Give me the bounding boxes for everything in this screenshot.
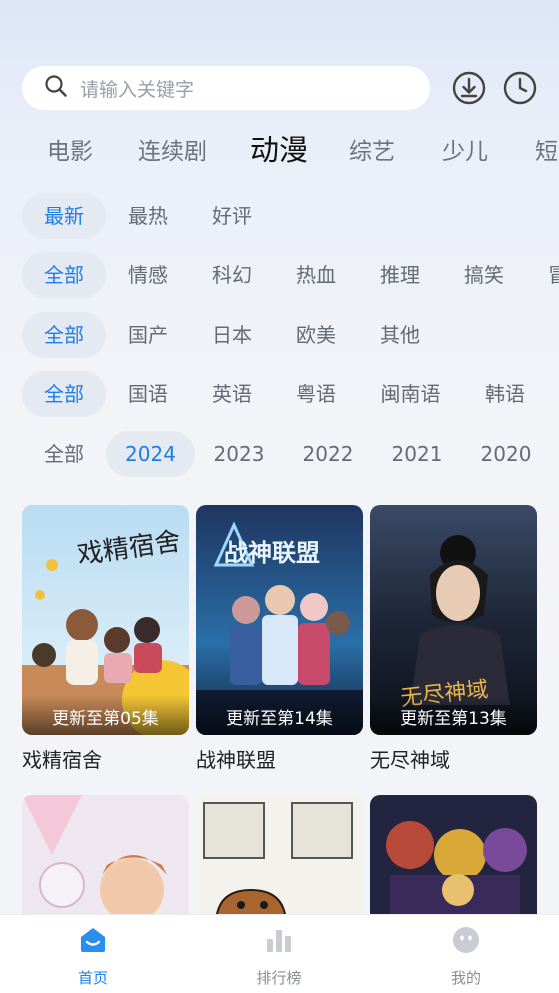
anime-card[interactable] [370, 795, 537, 925]
anime-card[interactable]: 战神联盟 更新至第14集 战神联盟 [196, 505, 363, 773]
nav-profile[interactable]: 我的 [406, 925, 526, 988]
tab-movie[interactable]: 电影 [47, 132, 93, 172]
download-icon[interactable] [451, 70, 487, 106]
filter-chip-genre[interactable]: 搞笑 [442, 252, 526, 298]
filter-chip-language[interactable]: 闽南语 [358, 371, 463, 417]
search-input[interactable]: 请输入关键字 [22, 66, 430, 110]
filter-chip-genre[interactable]: 冒 [526, 252, 559, 298]
filter-chip-language[interactable]: 英语 [190, 371, 274, 417]
nav-home-label: 首页 [77, 969, 108, 987]
episode-badge: 更新至第14集 [196, 695, 363, 735]
poster-image[interactable] [22, 795, 189, 925]
anime-card[interactable] [22, 795, 189, 925]
filter-chip-genre[interactable]: 热血 [274, 252, 358, 298]
anime-card[interactable] [196, 795, 363, 925]
episode-badge: 更新至第05集 [22, 695, 189, 735]
nav-ranking-label: 排行榜 [256, 969, 302, 987]
search-bar-row: 请输入关键字 [22, 66, 542, 110]
filter-chip-sort[interactable]: 最热 [106, 193, 190, 239]
sort-filter-row: 最新 最热 好评 [0, 193, 559, 239]
bottom-navigation: 首页 排行榜 我的 [0, 914, 559, 993]
anime-title[interactable]: 无尽神域 [370, 744, 537, 773]
filter-chip-language[interactable]: 国语 [106, 371, 190, 417]
filter-chip-region[interactable]: 日本 [190, 312, 274, 358]
filter-chip-year[interactable]: 全部 [22, 431, 106, 477]
filter-chip-sort[interactable]: 最新 [22, 193, 106, 239]
search-placeholder: 请输入关键字 [80, 78, 195, 101]
filter-chip-region[interactable]: 欧美 [274, 312, 358, 358]
filter-chip-genre[interactable]: 全部 [22, 252, 106, 298]
nav-ranking[interactable]: 排行榜 [219, 925, 339, 988]
filter-chip-year[interactable]: 2021 [373, 431, 461, 477]
filter-chip-region[interactable]: 全部 [22, 312, 106, 358]
poster-image[interactable] [370, 795, 537, 925]
filter-chip-sort[interactable]: 好评 [190, 193, 274, 239]
filter-chip-genre[interactable]: 情感 [106, 252, 190, 298]
filter-chip-year[interactable]: 2024 [106, 431, 195, 477]
filter-chip-language[interactable]: 全部 [22, 371, 106, 417]
tab-kids[interactable]: 少儿 [442, 132, 488, 172]
nav-home[interactable]: 首页 [33, 925, 153, 988]
anime-card[interactable]: 戏精宿舍 更新至第05集 戏精宿舍 [22, 505, 189, 773]
poster-image[interactable]: 战神联盟 更新至第14集 [196, 505, 363, 735]
tab-series[interactable]: 连续剧 [138, 132, 207, 172]
filter-chip-region[interactable]: 国产 [106, 312, 190, 358]
svg-text:战神联盟: 战神联盟 [224, 539, 320, 567]
tab-variety[interactable]: 综艺 [349, 132, 395, 172]
poster-image[interactable] [196, 795, 363, 925]
filter-chip-genre[interactable]: 推理 [358, 252, 442, 298]
year-filter-row: 全部 2024 2023 2022 2021 2020 [0, 431, 559, 477]
category-tabs: 电影 连续剧 动漫 综艺 少儿 短 [0, 132, 559, 174]
episode-badge: 更新至第13集 [370, 695, 537, 735]
poster-image[interactable]: 无尽神域 更新至第13集 [370, 505, 537, 735]
filter-chip-year[interactable]: 2020 [461, 431, 551, 477]
tab-anime[interactable]: 动漫 [250, 132, 308, 170]
filter-chip-region[interactable]: 其他 [358, 312, 442, 358]
filter-chip-genre[interactable]: 科幻 [190, 252, 274, 298]
history-clock-icon[interactable] [502, 70, 538, 106]
nav-profile-label: 我的 [450, 969, 481, 987]
home-icon [33, 925, 153, 955]
poster-image[interactable]: 戏精宿舍 更新至第05集 [22, 505, 189, 735]
search-icon [44, 74, 68, 102]
filter-chip-language[interactable]: 韩语 [463, 371, 547, 417]
region-filter-row: 全部 国产 日本 欧美 其他 [0, 312, 559, 358]
profile-icon [406, 925, 526, 955]
anime-title[interactable]: 戏精宿舍 [22, 744, 189, 773]
filter-chip-year[interactable]: 2022 [283, 431, 373, 477]
tab-short[interactable]: 短 [535, 132, 558, 172]
anime-title[interactable]: 战神联盟 [196, 744, 363, 773]
language-filter-row: 全部 国语 英语 粤语 闽南语 韩语 [0, 371, 559, 417]
genre-filter-row: 全部 情感 科幻 热血 推理 搞笑 冒 [0, 252, 559, 298]
filter-chip-year[interactable]: 2023 [195, 431, 283, 477]
anime-card[interactable]: 无尽神域 更新至第13集 无尽神域 [370, 505, 537, 773]
filter-chip-language[interactable]: 粤语 [274, 371, 358, 417]
ranking-icon [219, 925, 339, 955]
